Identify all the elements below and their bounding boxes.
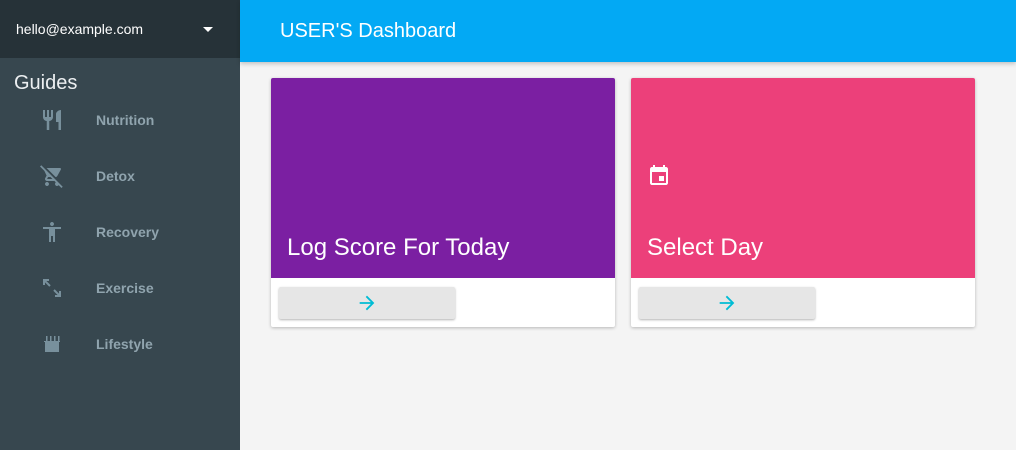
sidebar-item-label: Detox — [96, 168, 135, 184]
card-media: Select Day — [631, 78, 975, 278]
log-score-card: Log Score For Today — [271, 78, 615, 327]
caret-down-icon[interactable] — [203, 26, 213, 32]
sidebar-item-lifestyle[interactable]: Lifestyle — [0, 316, 240, 372]
select-day-card: Select Day — [631, 78, 975, 327]
sidebar-item-label: Recovery — [96, 224, 160, 240]
app-bar: USER'S Dashboard — [240, 0, 1016, 62]
log-score-go-button[interactable] — [279, 287, 455, 319]
sidebar-item-label: Nutrition — [96, 112, 155, 128]
kitchen-icon — [40, 332, 64, 356]
card-actions — [631, 278, 975, 327]
sidebar-item-label: Exercise — [96, 280, 154, 296]
arrow-forward-icon — [719, 295, 735, 311]
sidebar-item-detox[interactable]: Detox — [0, 148, 240, 204]
card-title: Select Day — [647, 234, 764, 261]
sidebar-item-recovery[interactable]: Recovery — [0, 204, 240, 260]
restaurant-icon — [40, 108, 64, 132]
select-day-go-button[interactable] — [639, 287, 815, 319]
card-media: Log Score For Today — [271, 78, 615, 278]
guides-nav: Nutrition Detox Recovery Exercise Lifest… — [0, 92, 240, 372]
card-actions — [271, 278, 615, 327]
card-title: Log Score For Today — [287, 234, 510, 261]
sidebar: hello@example.com Guides Nutrition Detox… — [0, 0, 240, 450]
page-title: USER'S Dashboard — [280, 19, 457, 42]
sidebar-item-exercise[interactable]: Exercise — [0, 260, 240, 316]
compress-arrows-icon — [40, 276, 64, 300]
sidebar-item-label: Lifestyle — [96, 336, 153, 352]
remove-shopping-cart-icon — [40, 164, 64, 188]
calendar-icon — [647, 164, 671, 188]
arrow-forward-icon — [359, 295, 375, 311]
sidebar-item-nutrition[interactable]: Nutrition — [0, 92, 240, 148]
account-switcher[interactable]: hello@example.com — [0, 0, 240, 58]
accessibility-icon — [40, 220, 64, 244]
account-email: hello@example.com — [16, 21, 144, 37]
